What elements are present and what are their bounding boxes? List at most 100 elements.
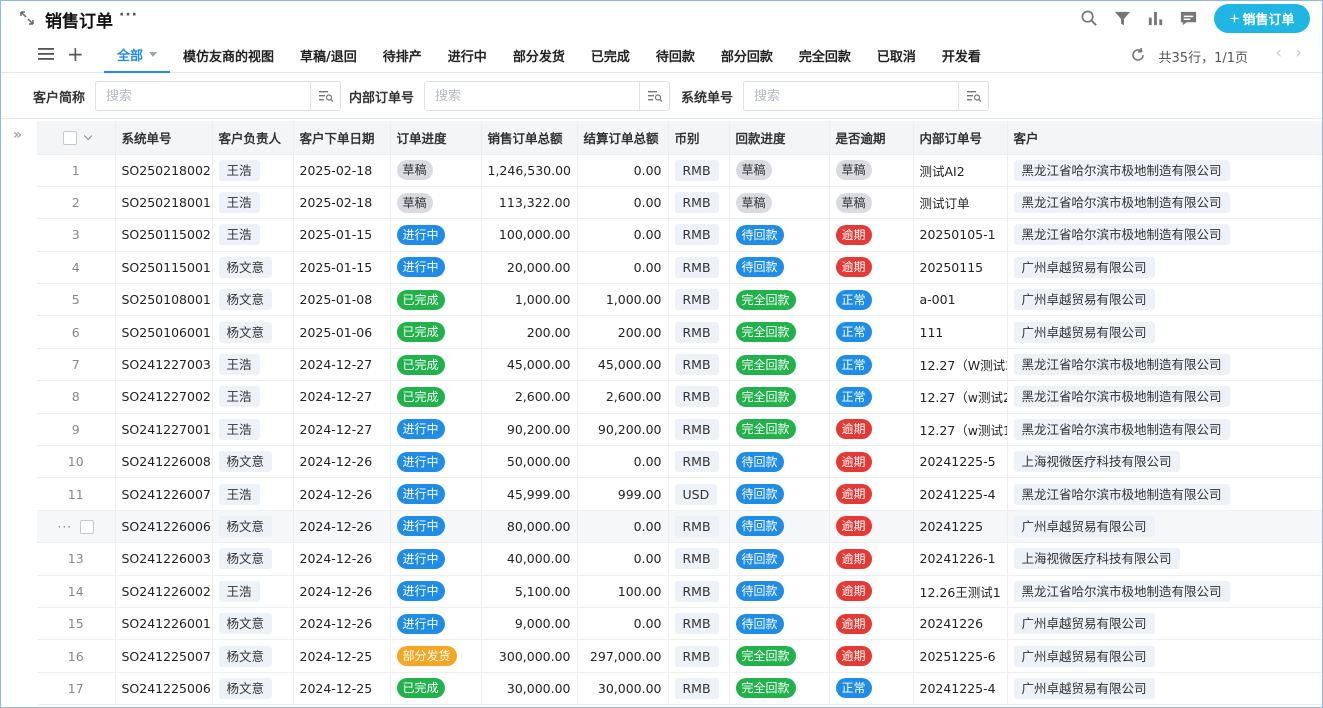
tab-view[interactable]: 部分回款 xyxy=(708,37,786,73)
customer-chip[interactable]: 上海视微医疗科技有限公司 xyxy=(1013,548,1180,570)
search-icon[interactable] xyxy=(1080,9,1099,28)
filter-search-icon[interactable] xyxy=(639,82,669,110)
tab-view[interactable]: 全部 xyxy=(104,37,171,73)
system-order-no-cell[interactable]: SO241226006 xyxy=(115,510,213,544)
customer-chip[interactable]: 黑龙江省哈尔滨市极地制造有限公司 xyxy=(1013,418,1230,440)
customer-chip[interactable]: 广州卓越贸易有限公司 xyxy=(1013,289,1155,311)
system-order-no-cell[interactable]: SO250218001 xyxy=(115,186,213,220)
row-index-cell[interactable]: 10 xyxy=(37,445,116,479)
system-order-no-input[interactable] xyxy=(744,82,959,110)
row-index-cell[interactable]: 6 xyxy=(37,315,116,349)
table-row[interactable]: 10 SO241226008 杨文意 2024-12-26 进行中 50,000.00 0.… xyxy=(37,445,1322,479)
column-header[interactable]: 币别 xyxy=(668,121,730,155)
system-order-no-cell[interactable]: SO241225007 xyxy=(115,639,213,673)
row-index-cell[interactable]: 3 xyxy=(37,218,116,252)
system-order-no-cell[interactable]: SO241227003 xyxy=(115,348,213,382)
row-checkbox[interactable] xyxy=(79,520,94,535)
tab-view[interactable]: 待回款 xyxy=(643,37,708,73)
row-index-cell[interactable]: 2 xyxy=(37,186,116,220)
select-all-header[interactable] xyxy=(37,121,116,155)
system-order-no-cell[interactable]: SO241226001 xyxy=(115,607,213,641)
customer-chip[interactable]: 黑龙江省哈尔滨市极地制造有限公司 xyxy=(1013,580,1230,602)
add-view-icon[interactable]: + xyxy=(67,44,84,64)
system-order-no-cell[interactable]: SO241227002 xyxy=(115,380,213,414)
customer-chip[interactable]: 黑龙江省哈尔滨市极地制造有限公司 xyxy=(1013,159,1230,181)
new-sales-order-button[interactable]: + 销售订单 xyxy=(1214,4,1310,33)
customer-chip[interactable]: 上海视微医疗科技有限公司 xyxy=(1013,451,1180,473)
bar-chart-icon[interactable] xyxy=(1146,9,1165,28)
tab-view[interactable]: 草稿/退回 xyxy=(287,37,370,73)
row-index-cell[interactable]: 8 xyxy=(37,380,116,414)
system-order-no-cell[interactable]: SO241226007 xyxy=(115,477,213,511)
more-options-icon[interactable]: ··· xyxy=(119,7,138,23)
table-row[interactable]: 11 SO241226007 王浩 2024-12-26 进行中 45,999.00 999… xyxy=(37,477,1322,511)
system-order-no-cell[interactable]: SO241225006 xyxy=(115,672,213,706)
caret-down-icon[interactable] xyxy=(149,51,158,57)
table-row[interactable]: 7 SO241227003 王浩 2024-12-27 已完成 45,000.00 45,0… xyxy=(37,348,1322,382)
customer-chip[interactable]: 广州卓越贸易有限公司 xyxy=(1013,321,1155,343)
system-order-no-cell[interactable]: SO241226002 xyxy=(115,575,213,608)
system-order-no-cell[interactable]: SO250108001 xyxy=(115,283,213,317)
tab-view[interactable]: 已完成 xyxy=(578,37,643,73)
column-header[interactable]: 客户 xyxy=(1007,121,1322,155)
column-header[interactable]: 回款进度 xyxy=(729,121,830,155)
row-index-cell[interactable]: 11 xyxy=(37,477,116,511)
next-page-icon[interactable]: › xyxy=(1295,43,1302,63)
tab-view[interactable]: 模仿友商的视图 xyxy=(170,37,287,73)
row-index-cell[interactable]: 9 xyxy=(37,413,116,447)
tab-view[interactable]: 已取消 xyxy=(864,37,929,73)
customer-chip[interactable]: 广州卓越贸易有限公司 xyxy=(1013,515,1155,537)
table-row[interactable]: 13 SO241226003 杨文意 2024-12-26 进行中 40,000.00 0.… xyxy=(37,542,1322,576)
column-header[interactable]: 系统单号 xyxy=(115,121,213,155)
comment-icon[interactable] xyxy=(1179,9,1198,28)
filter-icon[interactable] xyxy=(1113,9,1132,28)
row-index-cell[interactable]: 7 xyxy=(37,348,116,382)
row-index-cell[interactable]: 13 xyxy=(37,542,116,576)
table-row[interactable]: 15 SO241226001 杨文意 2024-12-26 进行中 9,000.00 0.0… xyxy=(37,607,1322,641)
filter-search-icon[interactable] xyxy=(958,82,988,110)
customer-chip[interactable]: 黑龙江省哈尔滨市极地制造有限公司 xyxy=(1013,354,1230,376)
table-row[interactable]: ··· SO241226006 杨文意 2024-12-26 进行中 80,000.00 0… xyxy=(37,510,1322,544)
customer-chip[interactable]: 广州卓越贸易有限公司 xyxy=(1013,645,1155,667)
system-order-no-cell[interactable]: SO250218002 xyxy=(115,154,213,187)
row-index-cell[interactable]: 5 xyxy=(37,283,116,317)
row-index-cell[interactable]: 14 xyxy=(37,575,116,608)
customer-chip[interactable]: 广州卓越贸易有限公司 xyxy=(1013,613,1155,635)
table-row[interactable]: 17 SO241225006 杨文意 2024-12-25 已完成 30,000.00 30… xyxy=(37,672,1322,706)
column-header[interactable]: 是否逾期 xyxy=(829,121,914,155)
prev-page-icon[interactable]: ‹ xyxy=(1275,43,1282,63)
row-index-cell[interactable]: 1 xyxy=(37,154,116,187)
table-row[interactable]: 8 SO241227002 王浩 2024-12-27 已完成 2,600.00 2,600… xyxy=(37,380,1322,414)
tab-view[interactable]: 部分发货 xyxy=(500,37,578,73)
system-order-no-cell[interactable]: SO241226003 xyxy=(115,542,213,576)
tab-view[interactable]: 开发看 xyxy=(929,37,994,73)
system-order-no-cell[interactable]: SO241226008 xyxy=(115,445,213,479)
customer-chip[interactable]: 黑龙江省哈尔滨市极地制造有限公司 xyxy=(1013,224,1230,246)
column-header[interactable]: 销售订单总额 xyxy=(481,121,578,155)
expand-sidebar-icon[interactable]: » xyxy=(13,127,22,143)
collapse-icon[interactable] xyxy=(19,10,35,26)
system-order-no-cell[interactable]: SO250106001 xyxy=(115,315,213,349)
system-order-no-cell[interactable]: SO250115002 xyxy=(115,218,213,252)
row-index-cell[interactable]: 17 xyxy=(37,672,116,706)
customer-short-name-input[interactable] xyxy=(96,82,311,110)
filter-search-icon[interactable] xyxy=(310,82,340,110)
table-row[interactable]: 14 SO241226002 王浩 2024-12-26 进行中 5,100.00 100.… xyxy=(37,575,1322,608)
row-index-cell[interactable]: 4 xyxy=(37,251,116,285)
customer-chip[interactable]: 黑龙江省哈尔滨市极地制造有限公司 xyxy=(1013,192,1230,214)
table-row[interactable]: 3 SO250115002 王浩 2025-01-15 进行中 100,000.00 0.0… xyxy=(37,218,1322,252)
column-header[interactable]: 客户负责人 xyxy=(212,121,294,155)
tab-view[interactable]: 完全回款 xyxy=(786,37,864,73)
column-header[interactable]: 内部订单号 xyxy=(913,121,1008,155)
tab-view[interactable]: 待排产 xyxy=(370,37,435,73)
row-index-cell[interactable]: ··· xyxy=(37,510,116,544)
customer-chip[interactable]: 广州卓越贸易有限公司 xyxy=(1013,677,1155,699)
table-row[interactable]: 9 SO241227001 王浩 2024-12-27 进行中 90,200.00 90,2… xyxy=(37,413,1322,447)
customer-chip[interactable]: 广州卓越贸易有限公司 xyxy=(1013,256,1155,278)
table-row[interactable]: 4 SO250115001 杨文意 2025-01-15 进行中 20,000.00 0.0… xyxy=(37,251,1322,285)
menu-icon[interactable] xyxy=(37,46,55,62)
row-index-cell[interactable]: 15 xyxy=(37,607,116,641)
customer-chip[interactable]: 黑龙江省哈尔滨市极地制造有限公司 xyxy=(1013,386,1230,408)
system-order-no-cell[interactable]: SO241227001 xyxy=(115,413,213,447)
column-header[interactable]: 结算订单总额 xyxy=(577,121,669,155)
